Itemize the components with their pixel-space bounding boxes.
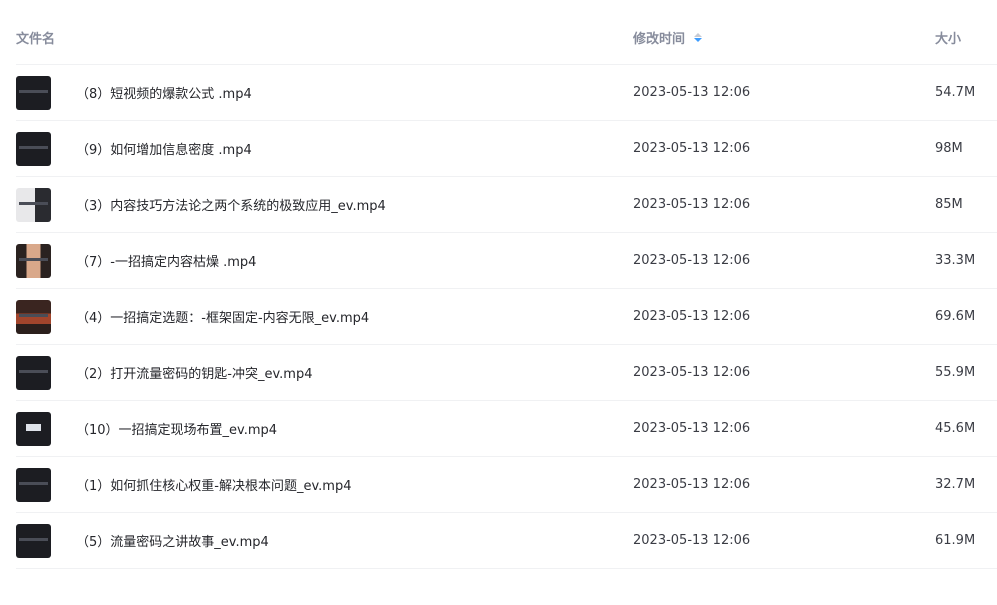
- file-size: 45.6M: [935, 421, 976, 436]
- header-time-label: 修改时间: [633, 31, 686, 47]
- file-name[interactable]: （8）短视频的爆款公式 .mp4: [76, 83, 252, 102]
- table-row[interactable]: （8）短视频的爆款公式 .mp4 2023-05-13 12:06 54.7M: [16, 65, 997, 121]
- file-size: 32.7M: [935, 477, 976, 492]
- file-name[interactable]: （3）内容技巧方法论之两个系统的极致应用_ev.mp4: [76, 195, 386, 214]
- file-size: 85M: [935, 197, 963, 212]
- file-name[interactable]: （7）-一招搞定内容枯燥 .mp4: [76, 251, 256, 270]
- thumbnail-content: [19, 201, 48, 205]
- sort-up-icon: [694, 32, 703, 37]
- video-thumbnail[interactable]: [16, 355, 51, 390]
- file-modified-time: 2023-05-13 12:06: [633, 141, 751, 156]
- file-modified-time: 2023-05-13 12:06: [633, 365, 751, 380]
- video-thumbnail[interactable]: [16, 131, 51, 166]
- file-modified-time: 2023-05-13 12:06: [633, 533, 751, 548]
- file-name-cell: （8）短视频的爆款公式 .mp4: [16, 75, 633, 110]
- thumbnail-content: [19, 89, 48, 93]
- file-size: 54.7M: [935, 85, 976, 100]
- video-thumbnail[interactable]: [16, 243, 51, 278]
- table-row[interactable]: （5）流量密码之讲故事_ev.mp4 2023-05-13 12:06 61.9M: [16, 513, 997, 569]
- table-row[interactable]: （7）-一招搞定内容枯燥 .mp4 2023-05-13 12:06 33.3M: [16, 233, 997, 289]
- file-name[interactable]: （2）打开流量密码的钥匙-冲突_ev.mp4: [76, 363, 312, 382]
- header-time[interactable]: 修改时间: [633, 28, 935, 47]
- sort-down-icon: [694, 37, 703, 42]
- file-list: （8）短视频的爆款公式 .mp4 2023-05-13 12:06 54.7M （9）…: [16, 65, 997, 569]
- file-modified-time: 2023-05-13 12:06: [633, 197, 751, 212]
- video-thumbnail[interactable]: [16, 299, 51, 334]
- video-thumbnail[interactable]: [16, 411, 51, 446]
- header-size[interactable]: 大小: [935, 28, 997, 47]
- table-row[interactable]: （3）内容技巧方法论之两个系统的极致应用_ev.mp4 2023-05-13 12…: [16, 177, 997, 233]
- file-name[interactable]: （4）一招搞定选题：-框架固定-内容无限_ev.mp4: [76, 307, 369, 326]
- thumbnail-content: [19, 369, 48, 373]
- file-size: 69.6M: [935, 309, 976, 324]
- file-modified-time: 2023-05-13 12:06: [633, 421, 751, 436]
- table-row[interactable]: （10）一招搞定现场布置_ev.mp4 2023-05-13 12:06 45.6M: [16, 401, 997, 457]
- thumbnail-content: [19, 481, 48, 485]
- file-name-cell: （9）如何增加信息密度 .mp4: [16, 131, 633, 166]
- video-thumbnail[interactable]: [16, 467, 51, 502]
- table-row[interactable]: （2）打开流量密码的钥匙-冲突_ev.mp4 2023-05-13 12:06 55…: [16, 345, 997, 401]
- table-row[interactable]: （4）一招搞定选题：-框架固定-内容无限_ev.mp4 2023-05-13 12…: [16, 289, 997, 345]
- file-size: 55.9M: [935, 365, 976, 380]
- file-name[interactable]: （10）一招搞定现场布置_ev.mp4: [76, 419, 277, 438]
- header-name[interactable]: 文件名: [16, 28, 633, 47]
- video-thumbnail[interactable]: [16, 187, 51, 222]
- thumbnail-content: [19, 257, 48, 261]
- thumbnail-content: [19, 313, 48, 317]
- file-name[interactable]: （9）如何增加信息密度 .mp4: [76, 139, 252, 158]
- video-thumbnail[interactable]: [16, 75, 51, 110]
- file-name-cell: （7）-一招搞定内容枯燥 .mp4: [16, 243, 633, 278]
- file-modified-time: 2023-05-13 12:06: [633, 253, 751, 268]
- thumbnail-content: [19, 145, 48, 149]
- file-name[interactable]: （1）如何抓住核心权重-解决根本问题_ev.mp4: [76, 475, 351, 494]
- file-name-cell: （4）一招搞定选题：-框架固定-内容无限_ev.mp4: [16, 299, 633, 334]
- file-size: 61.9M: [935, 533, 976, 548]
- file-name[interactable]: （5）流量密码之讲故事_ev.mp4: [76, 531, 269, 550]
- file-modified-time: 2023-05-13 12:06: [633, 85, 751, 100]
- thumbnail-content: [26, 423, 41, 431]
- table-row[interactable]: （9）如何增加信息密度 .mp4 2023-05-13 12:06 98M: [16, 121, 997, 177]
- file-size: 98M: [935, 141, 963, 156]
- table-header: 文件名 修改时间 大小: [16, 10, 997, 65]
- sort-icon[interactable]: [694, 32, 703, 42]
- file-name-cell: （5）流量密码之讲故事_ev.mp4: [16, 523, 633, 558]
- file-name-cell: （10）一招搞定现场布置_ev.mp4: [16, 411, 633, 446]
- file-size: 33.3M: [935, 253, 976, 268]
- thumbnail-content: [19, 537, 48, 541]
- file-modified-time: 2023-05-13 12:06: [633, 477, 751, 492]
- table-row[interactable]: （1）如何抓住核心权重-解决根本问题_ev.mp4 2023-05-13 12:0…: [16, 457, 997, 513]
- file-name-cell: （2）打开流量密码的钥匙-冲突_ev.mp4: [16, 355, 633, 390]
- file-table: 文件名 修改时间 大小 （8）短视频的爆款公式 .mp4 2023-05-13 1…: [16, 10, 997, 569]
- file-name-cell: （3）内容技巧方法论之两个系统的极致应用_ev.mp4: [16, 187, 633, 222]
- file-name-cell: （1）如何抓住核心权重-解决根本问题_ev.mp4: [16, 467, 633, 502]
- file-modified-time: 2023-05-13 12:06: [633, 309, 751, 324]
- video-thumbnail[interactable]: [16, 523, 51, 558]
